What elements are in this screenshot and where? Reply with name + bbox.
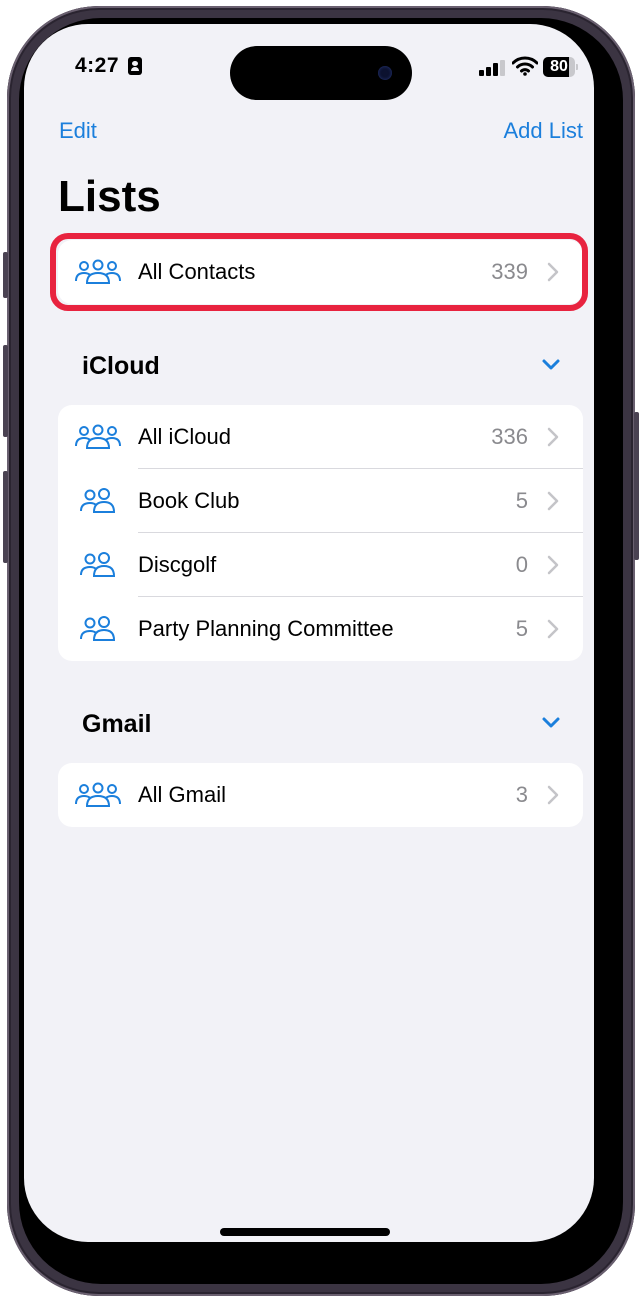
highlight-outline (50, 233, 588, 311)
edit-button[interactable]: Edit (59, 118, 97, 144)
list-label: All iCloud (138, 424, 231, 449)
three-people-icon (75, 424, 121, 449)
list-row-discgolf[interactable]: Discgolf 0 (58, 533, 583, 597)
three-people-icon (75, 782, 121, 807)
section-header-icloud: iCloud (58, 346, 583, 386)
section-title: Gmail (82, 710, 152, 738)
list-row-book-club[interactable]: Book Club 5 (58, 469, 583, 533)
status-time: 4:27 (75, 54, 120, 77)
two-people-icon (80, 552, 116, 577)
battery-percent: 80 (550, 58, 568, 75)
list-label: Discgolf (138, 552, 217, 577)
chevron-right-icon (547, 491, 559, 511)
chevron-right-icon (547, 785, 559, 805)
icloud-list-group: All iCloud 336 Book Club 5 Discgolf 0 Pa… (58, 405, 583, 661)
action-button (3, 252, 8, 298)
list-count: 0 (515, 552, 528, 577)
list-count: 5 (515, 616, 528, 641)
two-people-icon (80, 616, 116, 641)
list-label: Party Planning Committee (138, 616, 394, 641)
list-count: 336 (491, 424, 528, 449)
page-title: Lists (58, 172, 161, 221)
list-label: All Gmail (138, 782, 227, 807)
screen: 4:27 80 Edit Add List Lists All Contacts (24, 24, 594, 1242)
list-count: 3 (515, 782, 528, 807)
list-row-party-planning-committee[interactable]: Party Planning Committee 5 (58, 597, 583, 661)
wifi-icon (512, 56, 538, 76)
dynamic-island (230, 46, 412, 100)
chevron-right-icon (547, 427, 559, 447)
volume-up-button (3, 345, 8, 437)
two-people-icon (80, 488, 116, 513)
list-row-all-icloud[interactable]: All iCloud 336 (58, 405, 583, 469)
home-indicator[interactable] (220, 1228, 390, 1236)
battery-indicator: 80 (543, 57, 579, 77)
list-count: 5 (515, 488, 528, 513)
volume-down-button (3, 471, 8, 563)
power-button (634, 412, 639, 560)
section-title: iCloud (82, 352, 160, 380)
section-header-gmail: Gmail (58, 704, 583, 744)
add-list-button[interactable]: Add List (504, 118, 584, 144)
list-row-all-gmail[interactable]: All Gmail 3 (58, 763, 583, 827)
list-label: Book Club (138, 488, 240, 513)
chevron-down-icon[interactable] (541, 358, 561, 372)
chevron-right-icon (547, 619, 559, 639)
chevron-down-icon[interactable] (541, 716, 561, 730)
chevron-right-icon (547, 555, 559, 575)
gmail-list-group: All Gmail 3 (58, 763, 583, 827)
contact-card-icon (128, 57, 142, 75)
front-camera (378, 66, 392, 80)
cellular-signal-icon (479, 60, 507, 76)
